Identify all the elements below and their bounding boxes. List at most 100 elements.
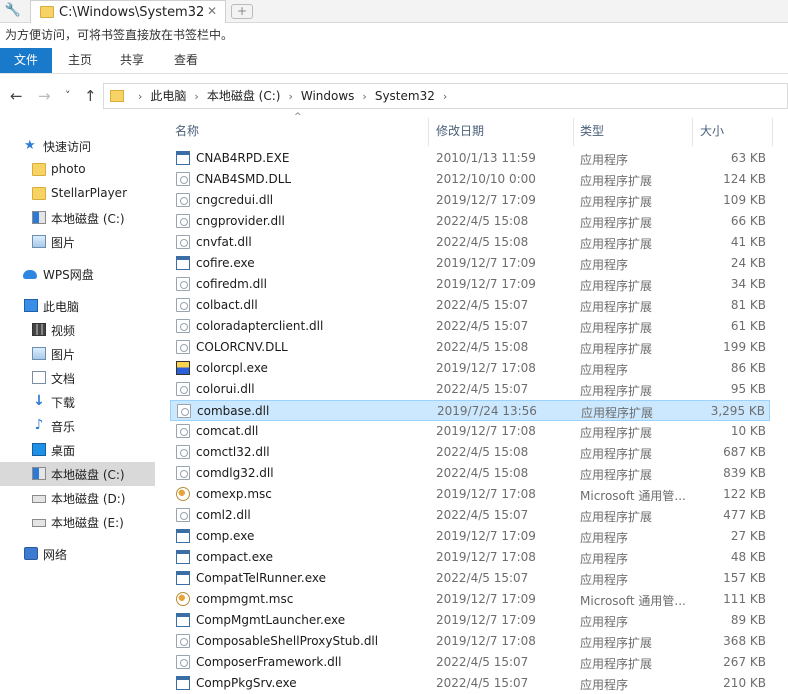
file-row[interactable]: compact.exe 2019/12/7 17:08 应用程序 48 KB (170, 547, 770, 568)
forward-button[interactable]: → (38, 87, 51, 105)
recent-locations-button[interactable]: ˅ (65, 87, 71, 105)
file-name: coloradapterclient.dll (196, 319, 324, 333)
close-icon[interactable]: ✕ (207, 4, 217, 18)
nav-pictures-quick[interactable]: 图片 (0, 230, 155, 254)
chevron-right-icon[interactable]: › (194, 90, 198, 103)
file-row[interactable]: colorcpl.exe 2019/12/7 17:08 应用程序 86 KB (170, 358, 770, 379)
nav-drive-d[interactable]: 本地磁盘 (D:) (0, 486, 155, 510)
nav-drive-c-quick[interactable]: 本地磁盘 (C:) (0, 206, 155, 230)
folder-icon (32, 187, 46, 200)
file-row[interactable]: CompPkgSrv.exe 2022/4/5 15:07 应用程序 210 KB (170, 673, 770, 694)
file-name: comdlg32.dll (196, 466, 274, 480)
nav-desktop[interactable]: 桌面 (0, 438, 155, 462)
file-row[interactable]: coml2.dll 2022/4/5 15:07 应用程序扩展 477 KB (170, 505, 770, 526)
nav-photo[interactable]: photo (0, 158, 155, 182)
breadcrumb-this-pc[interactable]: 此电脑 (150, 88, 186, 104)
console-file-icon (176, 487, 190, 501)
tab-share[interactable]: 共享 (108, 48, 156, 73)
nav-videos[interactable]: 视频 (0, 318, 155, 342)
chevron-right-icon[interactable]: › (362, 90, 366, 103)
nav-network[interactable]: 网络 (0, 542, 155, 566)
windows-drive-icon (32, 467, 46, 480)
navigation-pane: ★ 快速访问 photo StellarPlayer 本地磁盘 (C:) 图片 … (0, 118, 156, 694)
file-row[interactable]: cofiredm.dll 2019/12/7 17:09 应用程序扩展 34 KB (170, 274, 770, 295)
column-header-date[interactable]: 修改日期 (436, 122, 484, 142)
column-header-name[interactable]: 名称 (175, 122, 199, 142)
column-divider[interactable] (573, 118, 574, 146)
pictures-icon (32, 235, 46, 248)
file-row[interactable]: CNAB4SMD.DLL 2012/10/10 0:00 应用程序扩展 124 KB (170, 169, 770, 190)
file-row[interactable]: CompatTelRunner.exe 2022/4/5 15:07 应用程序 157… (170, 568, 770, 589)
file-size: 124 KB (723, 172, 766, 186)
nav-documents[interactable]: 文档 (0, 366, 155, 390)
file-name: comctl32.dll (196, 445, 270, 459)
file-date: 2022/4/5 15:07 (436, 298, 529, 312)
tab-home[interactable]: 主页 (56, 48, 104, 73)
application-icon (176, 571, 190, 585)
nav-pictures[interactable]: 图片 (0, 342, 155, 366)
file-row[interactable]: COLORCNV.DLL 2022/4/5 15:08 应用程序扩展 199 KB (170, 337, 770, 358)
new-tab-button[interactable]: + (231, 4, 253, 19)
file-name: coml2.dll (196, 508, 251, 522)
column-divider[interactable] (692, 118, 693, 146)
file-name: cngprovider.dll (196, 214, 285, 228)
file-type: 应用程序扩展 (580, 426, 653, 440)
column-header-size[interactable]: 大小 (700, 122, 724, 142)
dll-file-icon (177, 404, 191, 418)
file-row[interactable]: comp.exe 2019/12/7 17:09 应用程序 27 KB (170, 526, 770, 547)
nav-drive-e[interactable]: 本地磁盘 (E:) (0, 510, 155, 534)
file-row[interactable]: compmgmt.msc 2019/12/7 17:09 Microsoft 通用管… (170, 589, 770, 610)
wrench-icon[interactable]: 🔧 (4, 3, 22, 19)
tab-system32[interactable]: C:\Windows\System32 ✕ (30, 0, 226, 23)
chevron-right-icon[interactable]: › (288, 90, 292, 103)
dll-file-icon (176, 634, 190, 648)
column-divider[interactable] (772, 118, 773, 146)
column-divider[interactable] (428, 118, 429, 146)
file-size: 210 KB (723, 676, 766, 690)
back-button[interactable]: ← (10, 87, 23, 105)
file-name: ComposerFramework.dll (196, 655, 342, 669)
file-row[interactable]: comctl32.dll 2022/4/5 15:08 应用程序扩展 687 KB (170, 442, 770, 463)
address-bar[interactable]: › 此电脑 › 本地磁盘 (C:) › Windows › System32 › (103, 83, 788, 109)
file-row[interactable]: colbact.dll 2022/4/5 15:07 应用程序扩展 81 KB (170, 295, 770, 316)
column-header-type[interactable]: 类型 (580, 122, 604, 142)
tab-view[interactable]: 查看 (162, 48, 210, 73)
file-name: combase.dll (197, 404, 270, 418)
nav-label: 快速访问 (43, 140, 92, 154)
file-size: 157 KB (723, 571, 766, 585)
breadcrumb-system32[interactable]: System32 (375, 88, 435, 104)
nav-quick-access[interactable]: ★ 快速访问 (0, 134, 155, 158)
nav-this-pc[interactable]: 此电脑 (0, 294, 155, 318)
file-date: 2019/7/24 13:56 (437, 404, 537, 418)
up-button[interactable]: ↑ (84, 87, 97, 105)
file-row[interactable]: ComposableShellProxyStub.dll 2019/12/7 17… (170, 631, 770, 652)
nav-stellarplayer[interactable]: StellarPlayer (0, 182, 155, 206)
file-row[interactable]: CNAB4RPD.EXE 2010/1/13 11:59 应用程序 63 KB (170, 148, 770, 169)
file-row[interactable]: cngcredui.dll 2019/12/7 17:09 应用程序扩展 109 KB (170, 190, 770, 211)
file-row[interactable]: cofire.exe 2019/12/7 17:09 应用程序 24 KB (170, 253, 770, 274)
file-row[interactable]: ComposerFramework.dll 2022/4/5 15:07 应用程序扩… (170, 652, 770, 673)
file-type: 应用程序扩展 (580, 636, 653, 650)
breadcrumb-windows[interactable]: Windows (301, 88, 355, 104)
nav-downloads[interactable]: ↓ 下载 (0, 390, 155, 414)
file-size: 122 KB (723, 487, 766, 501)
file-row[interactable]: cngprovider.dll 2022/4/5 15:08 应用程序扩展 66 KB (170, 211, 770, 232)
file-date: 2019/12/7 17:09 (436, 193, 536, 207)
file-row[interactable]: coloradapterclient.dll 2022/4/5 15:07 应用程序… (170, 316, 770, 337)
tab-file[interactable]: 文件 (0, 48, 52, 73)
chevron-right-icon[interactable]: › (138, 90, 142, 103)
nav-wps-cloud[interactable]: WPS网盘 (0, 262, 155, 286)
dll-file-icon (176, 340, 190, 354)
nav-drive-c[interactable]: 本地磁盘 (C:) (0, 462, 155, 486)
file-name: compmgmt.msc (196, 592, 294, 606)
file-row[interactable]: colorui.dll 2022/4/5 15:07 应用程序扩展 95 KB (170, 379, 770, 400)
chevron-right-icon[interactable]: › (443, 90, 447, 103)
file-row[interactable]: comdlg32.dll 2022/4/5 15:08 应用程序扩展 839 KB (170, 463, 770, 484)
breadcrumb-drive-c[interactable]: 本地磁盘 (C:) (207, 88, 281, 104)
file-row[interactable]: CompMgmtLauncher.exe 2019/12/7 17:09 应用程序 8… (170, 610, 770, 631)
file-row[interactable]: cnvfat.dll 2022/4/5 15:08 应用程序扩展 41 KB (170, 232, 770, 253)
file-row[interactable]: comcat.dll 2019/12/7 17:08 应用程序扩展 10 KB (170, 421, 770, 442)
file-row[interactable]: comexp.msc 2019/12/7 17:08 Microsoft 通用管..… (170, 484, 770, 505)
file-row[interactable]: combase.dll 2019/7/24 13:56 应用程序扩展 3,295 KB (170, 400, 770, 421)
nav-music[interactable]: ♪ 音乐 (0, 414, 155, 438)
